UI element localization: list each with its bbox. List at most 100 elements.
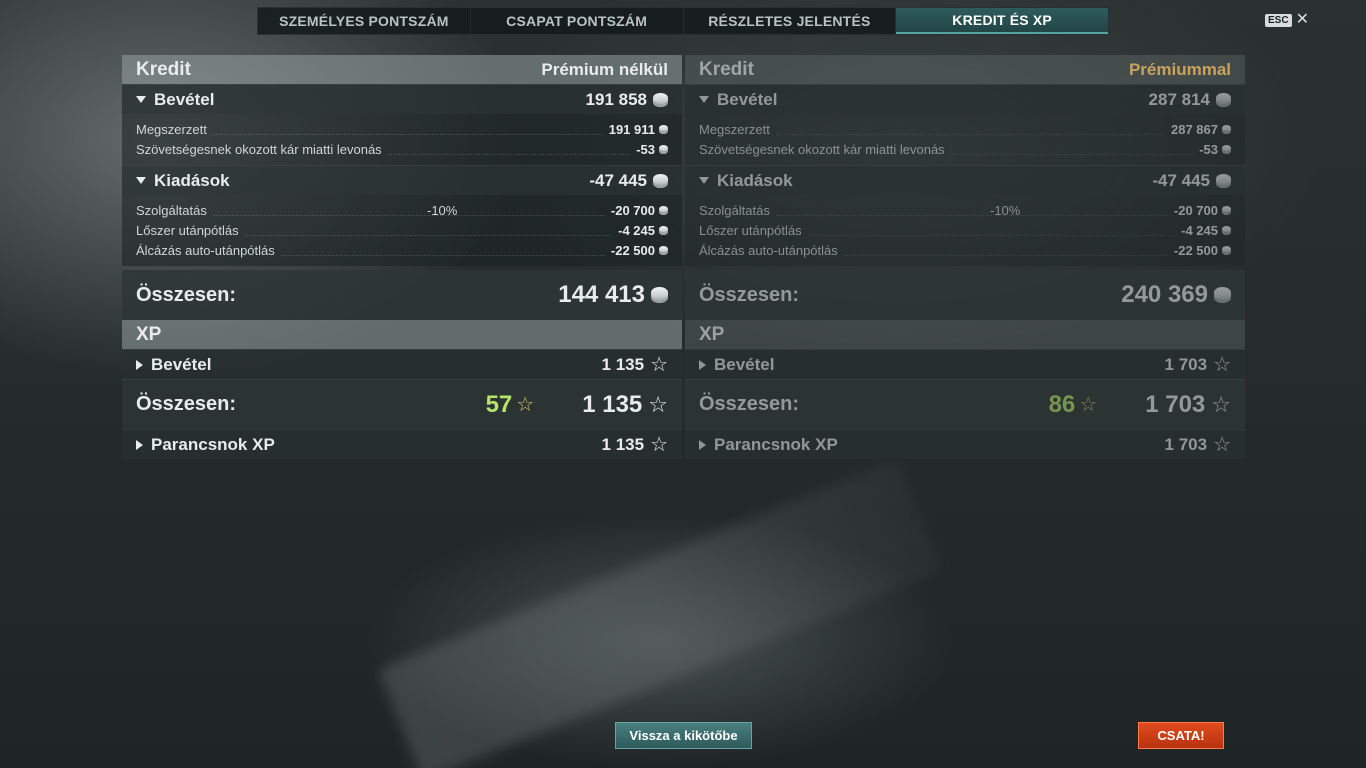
credit-title: Kredit: [136, 58, 191, 80]
credit-coin-icon: [659, 205, 668, 215]
row-name: Megszerzett: [136, 121, 207, 137]
xp-total: Összesen: 57 ☆ 1 135 ☆: [122, 379, 682, 429]
credit-coin-icon: [1222, 124, 1231, 134]
credit-coin-icon: [1216, 173, 1231, 188]
row-name: Szolgáltatás: [699, 202, 770, 218]
list-item: Szövetségesnek okozott kár miatti levoná…: [122, 139, 682, 159]
income-label: Bevétel: [717, 89, 778, 109]
credit-coin-icon: [659, 124, 668, 134]
collapse-arrow-icon: [136, 177, 146, 184]
commander-xp-value: 1 135: [601, 434, 645, 454]
expand-arrow-icon: [136, 359, 143, 370]
income-group-header[interactable]: Bevétel 191 858: [122, 84, 682, 114]
expenses-group-header[interactable]: Kiadások -47 445: [685, 165, 1245, 195]
collapse-arrow-icon: [699, 96, 709, 103]
list-item: Megszerzett 287 867: [685, 119, 1245, 139]
commander-xp-value: 1 703: [1164, 434, 1208, 454]
list-item: Lőszer utánpótlás -4 245: [122, 220, 682, 240]
tab-detailed-report[interactable]: RÉSZLETES JELENTÉS: [684, 8, 897, 34]
expand-arrow-icon: [699, 359, 706, 370]
list-item: Megszerzett 191 911: [122, 119, 682, 139]
list-item: Szolgáltatás -10% -20 700: [122, 200, 682, 220]
row-name: Megszerzett: [699, 121, 770, 137]
xp-income-header[interactable]: Bevétel 1 703 ☆: [685, 349, 1245, 379]
expenses-label: Kiadások: [717, 170, 793, 190]
xp-total-label: Összesen:: [136, 393, 237, 415]
credit-coin-icon: [1214, 287, 1231, 303]
credit-coin-icon: [1216, 92, 1231, 107]
row-value: -53: [636, 141, 655, 157]
total-label: Összesen:: [699, 283, 800, 306]
column-title: Prémiummal: [1128, 59, 1231, 79]
credit-coin-icon: [659, 245, 668, 255]
xp-star-icon: ☆: [1211, 391, 1231, 417]
row-value: -53: [1199, 141, 1218, 157]
income-value: 191 858: [585, 89, 647, 109]
credit-total: Összesen: 240 369: [685, 270, 1245, 320]
xp-star-icon: ☆: [650, 353, 668, 376]
close-button[interactable]: ESC ✕: [1265, 11, 1309, 28]
credit-section-header: Kredit Prémium nélkül: [122, 55, 682, 84]
free-xp-star-icon: ☆: [1079, 393, 1098, 416]
xp-total-label: Összesen:: [699, 393, 800, 415]
xp-total: Összesen: 86 ☆ 1 703 ☆: [685, 379, 1245, 429]
commander-xp-header[interactable]: Parancsnok XP 1 703 ☆: [685, 429, 1245, 459]
income-group-header[interactable]: Bevétel 287 814: [685, 84, 1245, 114]
results-tabs: SZEMÉLYES PONTSZÁM CSAPAT PONTSZÁM RÉSZL…: [257, 7, 1109, 35]
total-value: 144 413: [558, 281, 645, 308]
row-value: -4 245: [618, 222, 655, 238]
back-to-port-button[interactable]: Vissza a kikötőbe: [615, 722, 752, 749]
income-rows: Megszerzett 191 911 Szövetségesnek okozo…: [122, 114, 682, 165]
xp-income-label: Bevétel: [714, 354, 775, 374]
xp-section-header: XP: [685, 320, 1245, 349]
xp-income-value: 1 135: [601, 354, 645, 374]
credit-coin-icon: [659, 225, 668, 235]
credit-coin-icon: [1222, 144, 1231, 154]
xp-income-header[interactable]: Bevétel 1 135 ☆: [122, 349, 682, 379]
row-value: -22 500: [1173, 242, 1218, 258]
row-name: Lőszer utánpótlás: [136, 222, 239, 238]
expenses-group-header[interactable]: Kiadások -47 445: [122, 165, 682, 195]
expenses-value: -47 445: [589, 170, 647, 190]
row-value: -4 245: [1181, 222, 1218, 238]
row-name: Szolgáltatás: [136, 202, 207, 218]
expenses-value: -47 445: [1152, 170, 1210, 190]
income-rows: Megszerzett 287 867 Szövetségesnek okozo…: [685, 114, 1245, 165]
expand-arrow-icon: [136, 439, 143, 450]
tab-team-score[interactable]: CSAPAT PONTSZÁM: [471, 8, 684, 34]
free-xp-value: 57: [485, 390, 513, 418]
row-value: -20 700: [610, 202, 655, 218]
row-percent: -10%: [990, 202, 1021, 218]
xp-star-icon: ☆: [1213, 433, 1231, 456]
expenses-rows: Szolgáltatás -10% -20 700 Lőszer utánpót…: [685, 195, 1245, 266]
list-item: Lőszer utánpótlás -4 245: [685, 220, 1245, 240]
credit-coin-icon: [653, 173, 668, 188]
row-name: Lőszer utánpótlás: [699, 222, 802, 238]
esc-key-label: ESC: [1265, 13, 1292, 27]
collapse-arrow-icon: [136, 96, 146, 103]
column-title: Prémium nélkül: [541, 59, 668, 79]
close-icon: ✕: [1295, 11, 1309, 28]
row-name: Álcázás auto-utánpótlás: [136, 242, 275, 258]
free-xp-value: 86: [1048, 390, 1076, 418]
commander-xp-header[interactable]: Parancsnok XP 1 135 ☆: [122, 429, 682, 459]
tab-credits-xp[interactable]: KREDIT ÉS XP: [896, 8, 1108, 34]
credit-coin-icon: [1222, 205, 1231, 215]
xp-star-icon: ☆: [650, 433, 668, 456]
row-value: 191 911: [608, 121, 655, 137]
row-name: Szövetségesnek okozott kár miatti levoná…: [136, 141, 382, 157]
panel-without-premium: Kredit Prémium nélkül Bevétel 191 858 Me…: [122, 55, 682, 459]
credit-coin-icon: [659, 144, 668, 154]
list-item: Álcázás auto-utánpótlás -22 500: [685, 240, 1245, 260]
battle-button[interactable]: CSATA!: [1138, 722, 1224, 749]
list-item: Álcázás auto-utánpótlás -22 500: [122, 240, 682, 260]
panel-with-premium: Kredit Prémiummal Bevétel 287 814 Megsze…: [685, 55, 1245, 459]
credit-coin-icon: [651, 287, 668, 303]
income-value: 287 814: [1148, 89, 1210, 109]
row-value: 287 867: [1171, 121, 1218, 137]
tab-personal-score[interactable]: SZEMÉLYES PONTSZÁM: [258, 8, 471, 34]
xp-total-value: 1 703: [1145, 390, 1206, 418]
free-xp-star-icon: ☆: [516, 393, 535, 416]
income-label: Bevétel: [154, 89, 215, 109]
commander-xp-label: Parancsnok XP: [714, 434, 838, 454]
